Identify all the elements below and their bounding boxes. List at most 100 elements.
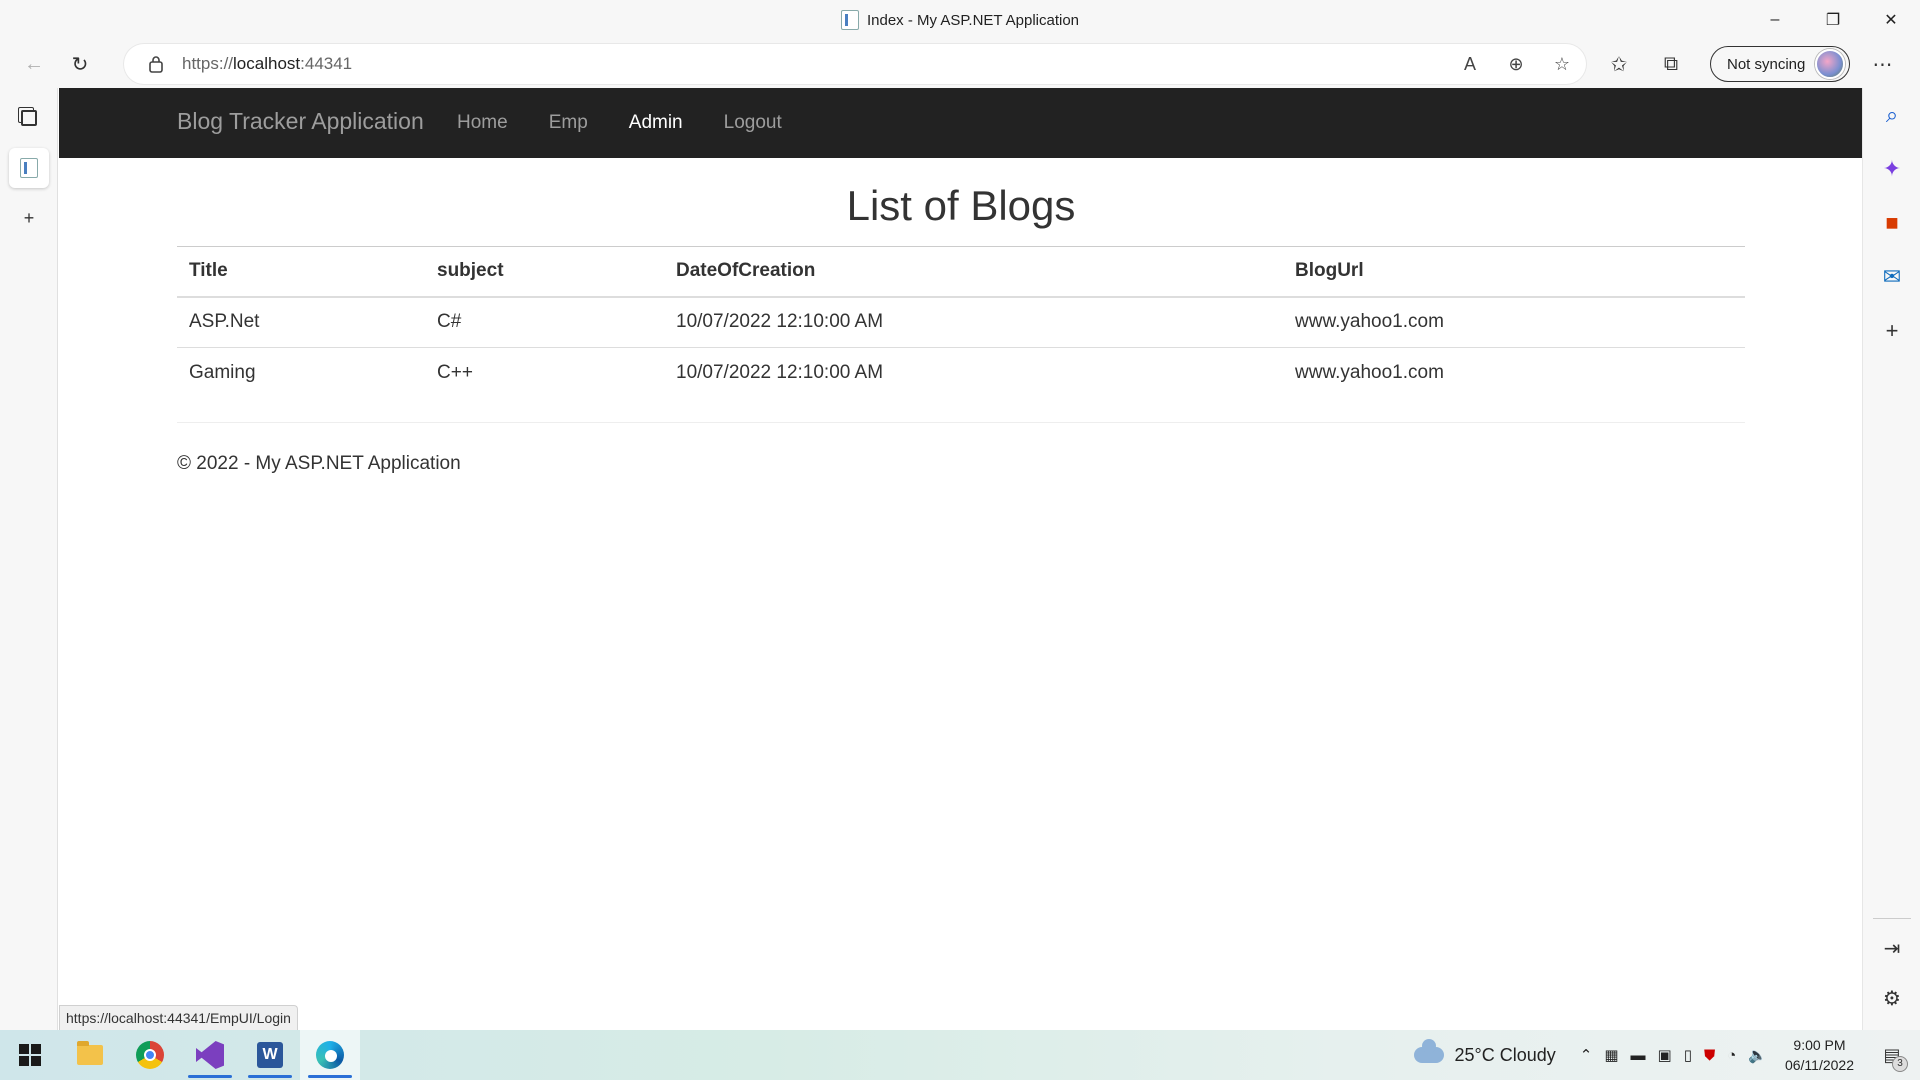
- notification-badge: 3: [1892, 1055, 1908, 1072]
- zoom-icon[interactable]: ⊕: [1502, 54, 1530, 75]
- url-port: :44341: [300, 54, 353, 73]
- lock-icon[interactable]: [138, 55, 174, 73]
- security-alert-icon[interactable]: ⛊: [1704, 1047, 1715, 1064]
- chrome-icon: [136, 1041, 164, 1069]
- column-header-url: BlogUrl: [1283, 246, 1745, 298]
- cloud-icon: [1414, 1039, 1445, 1063]
- visual-studio-icon: [196, 1041, 224, 1069]
- toolbar-right: ✩ ⧉ Not syncing ⋯: [1600, 40, 1892, 88]
- avatar: [1815, 49, 1846, 79]
- add-sidebar-app-icon[interactable]: +: [1863, 304, 1920, 358]
- minimize-button[interactable]: –: [1746, 0, 1804, 40]
- hide-sidebar-icon[interactable]: ⇥: [1863, 936, 1920, 961]
- weather-text: 25°C Cloudy: [1454, 1044, 1556, 1065]
- browser-toolbar: ← ↻ https://localhost:44341 A ⊕ ☆ ✩ ⧉ No…: [0, 40, 1920, 88]
- nav-home[interactable]: Home: [457, 112, 508, 134]
- cell-date: 10/07/2022 12:10:00 AM: [664, 296, 1283, 348]
- column-header-title: Title: [177, 246, 425, 298]
- taskbar-edge[interactable]: [300, 1030, 360, 1080]
- taskbar: W 25°C Cloudy ⌃ ▦ ▬ ▣ ▯ ⛊ ◔ 🔈 9:00 PM 06…: [0, 1030, 1920, 1080]
- clock[interactable]: 9:00 PM 06/11/2022: [1785, 1035, 1854, 1075]
- back-button[interactable]: ←: [14, 44, 54, 84]
- column-header-date: DateOfCreation: [664, 246, 1283, 298]
- taskbar-file-explorer[interactable]: [60, 1030, 120, 1080]
- page-icon: [840, 10, 859, 30]
- table-row: ASP.Net C# 10/07/2022 12:10:00 AM www.ya…: [177, 296, 1745, 348]
- cell-url: www.yahoo1.com: [1283, 296, 1745, 348]
- refresh-button[interactable]: ↻: [60, 44, 100, 84]
- site-navbar: Blog Tracker Application Home Emp Admin …: [59, 88, 1862, 158]
- volume-icon[interactable]: 🔈: [1748, 1046, 1767, 1064]
- cell-subject: C#: [425, 296, 664, 348]
- status-bar-url: https://localhost:44341/EmpUI/Login: [59, 1005, 298, 1030]
- nav-logout[interactable]: Logout: [724, 112, 782, 134]
- chevron-up-icon[interactable]: ⌃: [1580, 1046, 1593, 1064]
- collections-icon[interactable]: ⧉: [1652, 53, 1690, 76]
- network-app-icon[interactable]: ▦: [1604, 1046, 1618, 1064]
- windows-icon: [19, 1044, 41, 1066]
- taskbar-word[interactable]: W: [240, 1030, 300, 1080]
- taskbar-visual-studio[interactable]: [180, 1030, 240, 1080]
- usb-icon[interactable]: ▯: [1684, 1046, 1692, 1064]
- office-icon[interactable]: ■: [1863, 196, 1920, 250]
- column-header-subject: subject: [425, 246, 664, 298]
- url-text[interactable]: https://localhost:44341: [182, 54, 352, 74]
- table-header-row: Title subject DateOfCreation BlogUrl: [177, 246, 1745, 298]
- taskbar-chrome[interactable]: [120, 1030, 180, 1080]
- table-row: Gaming C++ 10/07/2022 12:10:00 AM www.ya…: [177, 348, 1745, 399]
- sync-label: Not syncing: [1727, 55, 1806, 73]
- cell-date: 10/07/2022 12:10:00 AM: [676, 362, 884, 384]
- refresh-icon: ↻: [71, 53, 89, 76]
- new-tab-button[interactable]: +: [9, 198, 49, 238]
- notifications-button[interactable]: ▤ 3: [1872, 1045, 1912, 1072]
- page-icon: [20, 158, 38, 178]
- vertical-tab-strip: +: [0, 88, 58, 1030]
- system-tray: 25°C Cloudy ⌃ ▦ ▬ ▣ ▯ ⛊ ◔ 🔈 9:00 PM 06/1…: [1414, 1030, 1920, 1080]
- address-bar-actions: A ⊕ ☆: [1456, 44, 1576, 84]
- outlook-icon[interactable]: ✉: [1863, 250, 1920, 304]
- word-icon: W: [257, 1042, 283, 1068]
- url-host: localhost: [233, 54, 301, 73]
- tab-actions-button[interactable]: [9, 98, 49, 138]
- sidebar-divider: [1873, 918, 1911, 919]
- url-scheme: https://: [182, 54, 234, 73]
- window-title-group: Index - My ASP.NET Application: [840, 10, 1080, 30]
- more-options-icon[interactable]: ⋯: [1872, 52, 1892, 77]
- cell-title: ASP.Net: [177, 296, 425, 348]
- device-icon[interactable]: ▣: [1658, 1046, 1672, 1064]
- page-viewport: Blog Tracker Application Home Emp Admin …: [59, 88, 1862, 1030]
- address-bar[interactable]: https://localhost:44341 A ⊕ ☆: [124, 44, 1586, 84]
- footer-divider: [177, 421, 1745, 423]
- cell-url: www.yahoo1.com: [1295, 362, 1444, 384]
- nav-links: Home Emp Admin Logout: [457, 88, 823, 158]
- copilot-icon[interactable]: ✦: [1863, 142, 1920, 196]
- cell-title: Gaming: [189, 362, 256, 384]
- nav-emp[interactable]: Emp: [549, 112, 588, 134]
- add-favorite-icon[interactable]: ☆: [1548, 54, 1576, 75]
- edge-icon: [316, 1041, 344, 1069]
- search-icon[interactable]: ⌕: [1863, 88, 1920, 142]
- window-controls: – ❐ ✕: [1746, 0, 1920, 40]
- cell-subject: C++: [437, 362, 473, 384]
- brand-link[interactable]: Blog Tracker Application: [177, 108, 424, 135]
- gear-icon[interactable]: ⚙: [1863, 986, 1920, 1011]
- restore-button[interactable]: ❐: [1804, 0, 1862, 40]
- folder-icon: [77, 1041, 103, 1065]
- clock-date: 06/11/2022: [1784, 1057, 1854, 1073]
- read-aloud-icon[interactable]: A: [1456, 54, 1484, 75]
- profile-sync-button[interactable]: Not syncing: [1710, 46, 1851, 82]
- favorites-icon[interactable]: ✩: [1600, 52, 1638, 77]
- weather-widget[interactable]: 25°C Cloudy: [1414, 1039, 1556, 1066]
- clock-time: 9:00 PM: [1793, 1037, 1846, 1053]
- edge-sidebar: ⌕ ✦ ■ ✉ + ⇥ ⚙: [1862, 88, 1920, 1030]
- window-title: Index - My ASP.NET Application: [866, 11, 1080, 29]
- arrow-left-icon: ←: [24, 52, 44, 75]
- start-button[interactable]: [0, 1030, 60, 1080]
- tab-actions-icon: [21, 110, 37, 126]
- tab-current-page[interactable]: [9, 148, 49, 188]
- wifi-icon[interactable]: ◔: [1727, 1047, 1736, 1064]
- body-container: List of Blogs Title subject DateOfCreati…: [177, 158, 1745, 475]
- close-button[interactable]: ✕: [1862, 0, 1920, 40]
- battery-icon[interactable]: ▬: [1631, 1047, 1646, 1064]
- nav-admin[interactable]: Admin: [629, 112, 683, 134]
